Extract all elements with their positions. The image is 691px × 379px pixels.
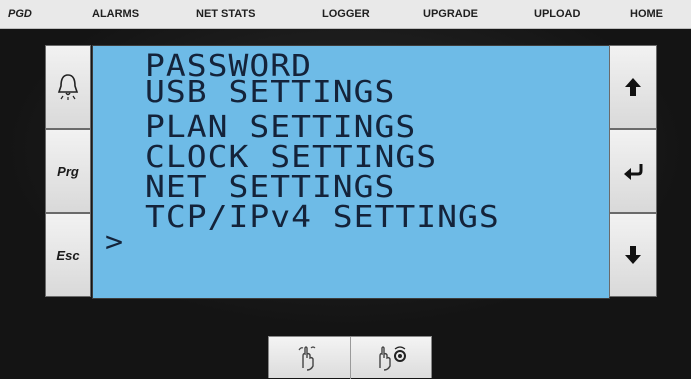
enter-return-icon xyxy=(624,164,643,180)
prg-label: Prg xyxy=(57,163,79,179)
menu-item-label: USB SETTINGS xyxy=(145,73,396,110)
up-button[interactable] xyxy=(609,45,657,129)
menu-net-stats[interactable]: NET STATS xyxy=(196,0,255,28)
top-menu-bar: PGD ALARMS NET STATS LOGGER UPGRADE UPLO… xyxy=(0,0,691,29)
enter-button[interactable] xyxy=(609,129,657,213)
menu-item-plan-settings[interactable]: PLAN SETTINGS xyxy=(93,108,609,145)
swipe-gesture-button[interactable] xyxy=(269,337,351,379)
menu-upload[interactable]: UPLOAD xyxy=(534,0,580,28)
menu-item-clock-settings[interactable]: CLOCK SETTINGS xyxy=(93,138,609,175)
down-button[interactable] xyxy=(609,213,657,297)
two-finger-tap-rotate-icon xyxy=(378,346,406,371)
prg-button[interactable]: Prg xyxy=(45,129,91,213)
alarm-button[interactable] xyxy=(45,45,91,129)
menu-item-label: CLOCK SETTINGS xyxy=(145,138,438,175)
menu-item-net-settings[interactable]: NET SETTINGS xyxy=(93,168,609,205)
brand-label: PGD xyxy=(8,8,32,20)
arrow-up-icon xyxy=(625,78,641,96)
tap-rotate-gesture-button[interactable] xyxy=(351,337,432,379)
menu-item-label: PLAN SETTINGS xyxy=(145,108,417,145)
esc-label: Esc xyxy=(56,247,80,263)
arrow-down-icon xyxy=(625,246,641,264)
menu-home[interactable]: HOME xyxy=(630,0,663,28)
selection-cursor: > xyxy=(105,226,125,259)
menu-item-usb-settings[interactable]: USB SETTINGS xyxy=(93,73,609,110)
esc-button[interactable]: Esc xyxy=(45,213,91,297)
menu-item-tcp-ipv4-settings[interactable]: > TCP/IPv4 SETTINGS xyxy=(93,198,609,256)
menu-upgrade[interactable]: UPGRADE xyxy=(423,0,478,28)
menu-item-label: NET SETTINGS xyxy=(145,168,396,205)
two-finger-swipe-icon xyxy=(298,346,315,371)
menu-item-label: TCP/IPv4 SETTINGS xyxy=(145,198,500,235)
menu-logger[interactable]: LOGGER xyxy=(322,0,370,28)
menu-alarms[interactable]: ALARMS xyxy=(92,0,139,28)
lcd-screen: PASSWORD USB SETTINGS PLAN SETTINGS CLOC… xyxy=(92,45,610,299)
bell-icon xyxy=(57,74,79,100)
gesture-bar xyxy=(268,336,432,379)
